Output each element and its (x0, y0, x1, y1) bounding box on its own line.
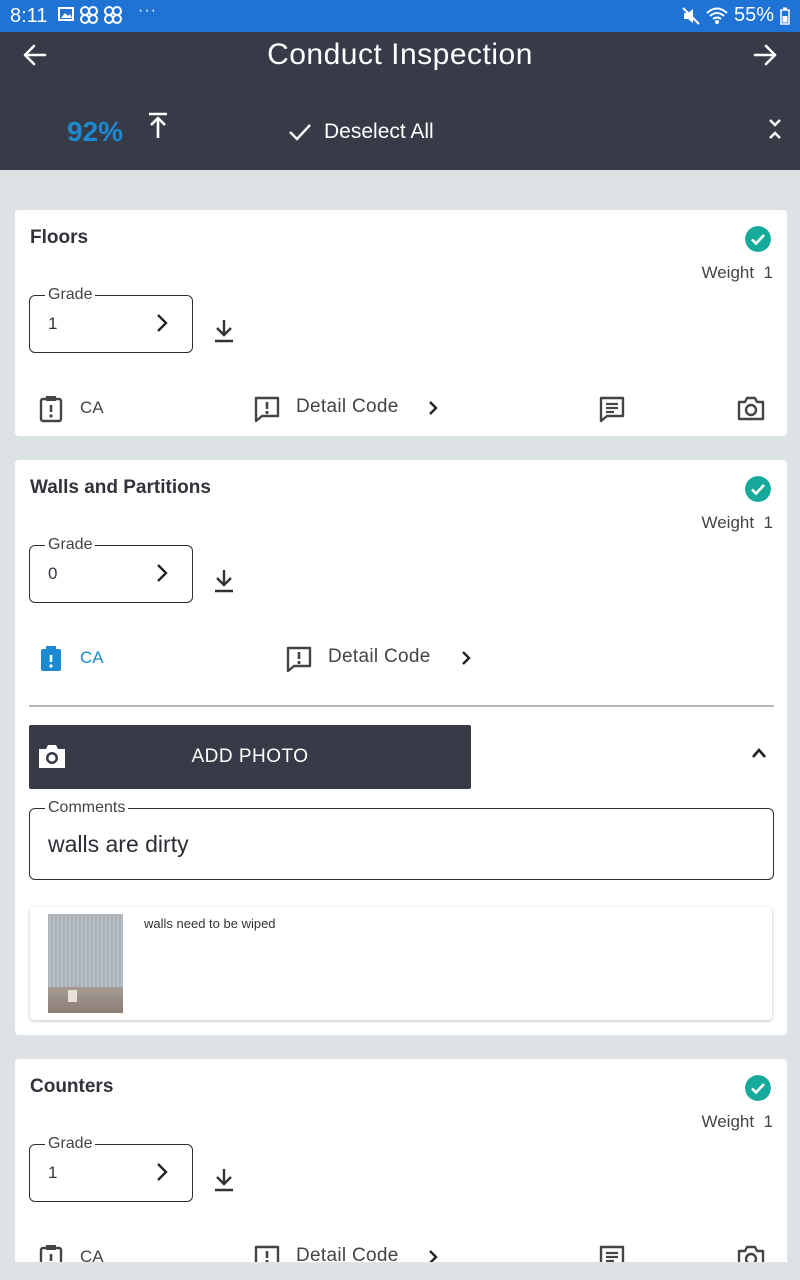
more-notifications-icon: ··· (138, 2, 157, 19)
camera-icon[interactable] (737, 1244, 765, 1262)
weight-value: 1 (763, 263, 773, 282)
weight-value: 1 (763, 1112, 773, 1131)
photo-thumbnail[interactable] (48, 914, 123, 1013)
detail-code-label[interactable]: Detail Code (296, 1245, 399, 1262)
chevron-right-icon[interactable] (428, 1249, 438, 1262)
status-right: 55% (682, 4, 790, 27)
detail-code-label[interactable]: Detail Code (328, 646, 431, 668)
inspection-item-card: Walls and Partitions Weight 1 Grade 0 CA… (15, 460, 787, 1035)
grade-selector[interactable]: Grade 1 (29, 1135, 193, 1202)
mute-icon (682, 6, 700, 25)
inspection-item-card: Counters Weight 1 Grade 1 CA Detail Code (15, 1059, 787, 1262)
comment-icon[interactable] (598, 1244, 626, 1262)
add-photo-label: ADD PHOTO (191, 746, 309, 767)
weight-value: 1 (763, 513, 773, 532)
photo-attachment[interactable]: walls need to be wiped (30, 907, 772, 1020)
progress-percent: 92% (67, 116, 124, 147)
collapse-all-icon[interactable] (768, 118, 782, 140)
item-title: Floors (30, 227, 89, 248)
grade-label: Grade (45, 1135, 96, 1153)
forward-arrow-icon[interactable] (752, 42, 778, 68)
download-icon[interactable] (213, 568, 235, 594)
page-title: Conduct Inspection (267, 38, 533, 71)
alert-message-icon[interactable] (253, 395, 281, 423)
grade-value: 1 (48, 314, 58, 333)
photo-outlet (68, 990, 77, 1002)
weight-label: Weight (701, 1112, 755, 1131)
battery-percent: 55% (733, 4, 774, 26)
comments-label: Comments (45, 799, 129, 817)
corrective-action-label[interactable]: CA (80, 1247, 104, 1262)
clipboard-alert-icon[interactable] (39, 645, 63, 673)
item-weight: Weight 1 (701, 263, 773, 283)
item-title: Walls and Partitions (30, 477, 211, 498)
inspection-item-card: Floors Weight 1 Grade 1 CA Detail Code (15, 210, 787, 436)
photo-caption: walls need to be wiped (144, 916, 276, 931)
deselect-all-label: Deselect All (324, 120, 434, 143)
detail-code-label[interactable]: Detail Code (296, 396, 399, 418)
item-actions: CA Detail Code (15, 642, 787, 674)
battery-icon (780, 7, 790, 25)
weight-label: Weight (701, 263, 755, 282)
grade-value: 1 (48, 1163, 58, 1182)
download-icon[interactable] (213, 1167, 235, 1193)
download-icon[interactable] (213, 318, 235, 344)
section-divider (29, 705, 774, 707)
grade-selector[interactable]: Grade 0 (29, 536, 193, 603)
comment-icon[interactable] (598, 395, 626, 423)
wifi-icon (706, 7, 728, 24)
checkmark-icon (289, 124, 311, 141)
notification-icons (58, 6, 122, 24)
pinwheel-notification-icon (104, 6, 122, 24)
item-complete-check-icon[interactable] (745, 226, 771, 252)
item-weight: Weight 1 (701, 513, 773, 533)
camera-icon[interactable] (737, 395, 765, 421)
item-title: Counters (30, 1076, 114, 1097)
scroll-top-icon[interactable] (147, 112, 169, 140)
grade-selector[interactable]: Grade 1 (29, 286, 193, 353)
app-header: Conduct Inspection 92% Deselect All (0, 32, 800, 170)
image-notification-icon (58, 7, 74, 21)
chevron-right-icon[interactable] (461, 650, 471, 666)
item-actions: CA Detail Code (15, 1241, 787, 1262)
chevron-right-icon (157, 564, 168, 582)
weight-label: Weight (701, 513, 755, 532)
pinwheel-notification-icon (80, 6, 98, 24)
item-actions: CA Detail Code (15, 392, 787, 424)
item-complete-check-icon[interactable] (745, 1075, 771, 1101)
corrective-action-label[interactable]: CA (80, 648, 104, 668)
deselect-all-button[interactable]: Deselect All (288, 120, 434, 144)
clipboard-alert-icon[interactable] (39, 395, 63, 423)
comments-field[interactable]: Comments walls are dirty (29, 799, 774, 880)
alert-message-icon[interactable] (285, 645, 313, 673)
corrective-action-label[interactable]: CA (80, 398, 104, 418)
status-bar: 8:11 ··· 55% (0, 0, 800, 32)
item-weight: Weight 1 (701, 1112, 773, 1132)
photo-floor-area (48, 987, 123, 1013)
item-complete-check-icon[interactable] (745, 476, 771, 502)
grade-label: Grade (45, 536, 96, 554)
chevron-right-icon (157, 1163, 168, 1181)
chevron-right-icon (157, 314, 168, 332)
status-time: 8:11 (10, 5, 48, 27)
grade-value: 0 (48, 564, 58, 583)
chevron-up-icon[interactable] (751, 747, 767, 759)
grade-label: Grade (45, 286, 96, 304)
alert-message-icon[interactable] (253, 1244, 281, 1262)
add-photo-button[interactable]: ADD PHOTO (29, 725, 471, 789)
chevron-right-icon[interactable] (428, 400, 438, 416)
comments-value[interactable]: walls are dirty (48, 831, 189, 858)
clipboard-alert-icon[interactable] (39, 1244, 63, 1262)
